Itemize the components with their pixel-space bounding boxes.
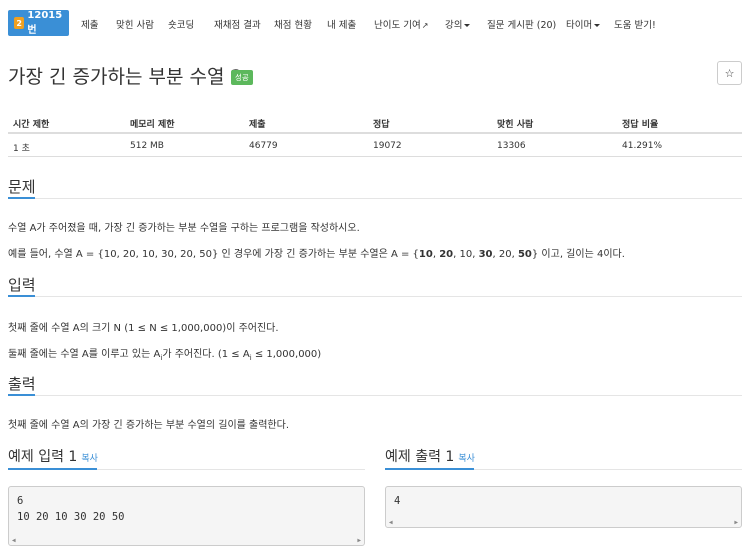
example-output-box[interactable]: 4 ◀ ▶: [385, 486, 742, 528]
copy-output-link[interactable]: 복사: [458, 454, 475, 464]
status-badge: 성공: [231, 70, 253, 85]
favorite-button[interactable]: ☆: [717, 61, 742, 85]
stats-value: 19072: [373, 141, 402, 151]
nav-submit[interactable]: 제출: [81, 17, 98, 31]
nav-timer-label: 타이머: [566, 20, 593, 31]
external-link-icon: ↗: [421, 21, 429, 30]
text-fragment: ≤ 1,000,000): [251, 349, 322, 360]
text-fragment: , 10,: [453, 249, 479, 260]
section-accent: [385, 468, 474, 470]
highlight-value: 10: [418, 249, 433, 260]
nav-get-help[interactable]: 도움 받기!: [614, 17, 656, 31]
nav-my-submissions[interactable]: 내 제출: [327, 17, 356, 31]
problem-section-title: 문제: [8, 178, 36, 196]
scroll-right-icon[interactable]: ▶: [734, 519, 738, 526]
caret-down-icon: [594, 24, 601, 27]
section-divider: [8, 198, 742, 199]
page-title: 가장 긴 증가하는 부분 수열 2: [8, 66, 243, 88]
stats-header: 정답: [373, 120, 390, 130]
code-line: 10 20 10 30 20 50: [17, 511, 125, 523]
problem-example-text: 예를 들어, 수열 A = {10, 20, 10, 30, 20, 50} 인…: [8, 245, 625, 260]
nav-timer-dropdown[interactable]: 타이머: [566, 17, 601, 31]
stats-value: 46779: [249, 141, 278, 151]
horizontal-scrollbar[interactable]: ◀ ▶: [9, 535, 364, 545]
highlight-value: 30: [478, 249, 493, 260]
section-divider: [8, 395, 742, 396]
text-fragment: 둘째 줄에는 수열 A를 이루고 있는 A: [8, 349, 161, 360]
stats-header: 메모리 제한: [130, 120, 175, 130]
problem-id-tab[interactable]: 2 12015번: [8, 10, 69, 36]
nav-solved-users[interactable]: 맞힌 사람: [116, 17, 154, 31]
caret-down-icon: [464, 24, 471, 27]
stats-value: 1 초: [13, 144, 30, 154]
nav-lectures-label: 강의: [445, 20, 463, 31]
example-output-header: 예제 출력 1 복사: [385, 446, 475, 466]
scroll-left-icon[interactable]: ◀: [389, 519, 393, 526]
nav-lectures-dropdown[interactable]: 강의: [445, 17, 471, 31]
nav-qna-board[interactable]: 질문 게시판 (20): [487, 17, 556, 31]
stats-header: 시간 제한: [13, 120, 50, 130]
stats-value: 512 MB: [130, 141, 164, 151]
example-input-header: 예제 입력 1 복사: [8, 446, 98, 466]
copy-input-link[interactable]: 복사: [81, 454, 98, 464]
top-navigation: 2 12015번 제출 맞힌 사람 숏코딩 재채점 결과 채점 현황 내 제출 …: [0, 0, 750, 44]
output-description: 첫째 줄에 수열 A의 가장 긴 증가하는 부분 수열의 길이를 출력한다.: [8, 420, 290, 431]
problem-stats-table: 시간 제한 메모리 제한 제출 정답 맞힌 사람 정답 비율 1 초 512 M…: [8, 110, 742, 157]
stats-header: 맞힌 사람: [497, 120, 534, 130]
stats-value-row: 1 초 512 MB 46779 19072 13306 41.291%: [8, 134, 742, 157]
stats-value: 13306: [497, 141, 526, 151]
example-output-title: 예제 출력 1: [385, 449, 455, 465]
highlight-value: 50: [517, 249, 532, 260]
example-input-box[interactable]: 6 10 20 10 30 20 50 ◀ ▶: [8, 486, 365, 546]
example-input-title: 예제 입력 1: [8, 449, 78, 465]
code-line: 6: [17, 495, 24, 507]
nav-rejudge-results[interactable]: 재채점 결과: [214, 17, 261, 31]
input-section-title: 입력: [8, 276, 36, 294]
nav-short-coding[interactable]: 숏코딩: [168, 17, 194, 31]
tier-badge-icon: 2: [14, 17, 25, 29]
stats-header: 정답 비율: [622, 120, 659, 130]
stats-header: 제출: [249, 120, 266, 130]
section-accent: [8, 468, 97, 470]
section-accent: [8, 295, 35, 297]
stats-header-row: 시간 제한 메모리 제한 제출 정답 맞힌 사람 정답 비율: [8, 110, 742, 134]
star-icon: ☆: [724, 66, 735, 80]
problem-id-label: 12015번: [27, 10, 63, 36]
text-fragment: 가 주어진다. (1 ≤ A: [162, 349, 250, 360]
nav-judge-status[interactable]: 채점 현황: [274, 17, 312, 31]
highlight-value: 20: [439, 249, 454, 260]
output-section-title: 출력: [8, 375, 36, 393]
text-fragment: 예를 들어, 수열 A = {10, 20, 10, 30, 20, 50} 인…: [8, 249, 419, 260]
section-divider: [8, 296, 742, 297]
horizontal-scrollbar[interactable]: ◀ ▶: [386, 517, 741, 527]
nav-difficulty-contribution[interactable]: 난이도 기여↗: [374, 17, 428, 31]
text-fragment: } 이고, 길이는 4이다.: [531, 249, 625, 260]
scroll-left-icon[interactable]: ◀: [12, 537, 16, 544]
input-description-line2: 둘째 줄에는 수열 A를 이루고 있는 Ai가 주어진다. (1 ≤ Ai ≤ …: [8, 345, 321, 362]
input-description-line1: 첫째 줄에 수열 A의 크기 N (1 ≤ N ≤ 1,000,000)이 주어…: [8, 323, 279, 334]
section-accent: [8, 197, 35, 199]
scroll-right-icon[interactable]: ▶: [357, 537, 361, 544]
section-accent: [8, 394, 35, 396]
text-fragment: , 20,: [492, 249, 518, 260]
stats-value: 41.291%: [622, 141, 663, 151]
nav-difficulty-label: 난이도 기여: [374, 20, 421, 31]
code-line: 4: [394, 495, 401, 507]
problem-description: 수열 A가 주어졌을 때, 가장 긴 증가하는 부분 수열을 구하는 프로그램을…: [8, 223, 360, 234]
